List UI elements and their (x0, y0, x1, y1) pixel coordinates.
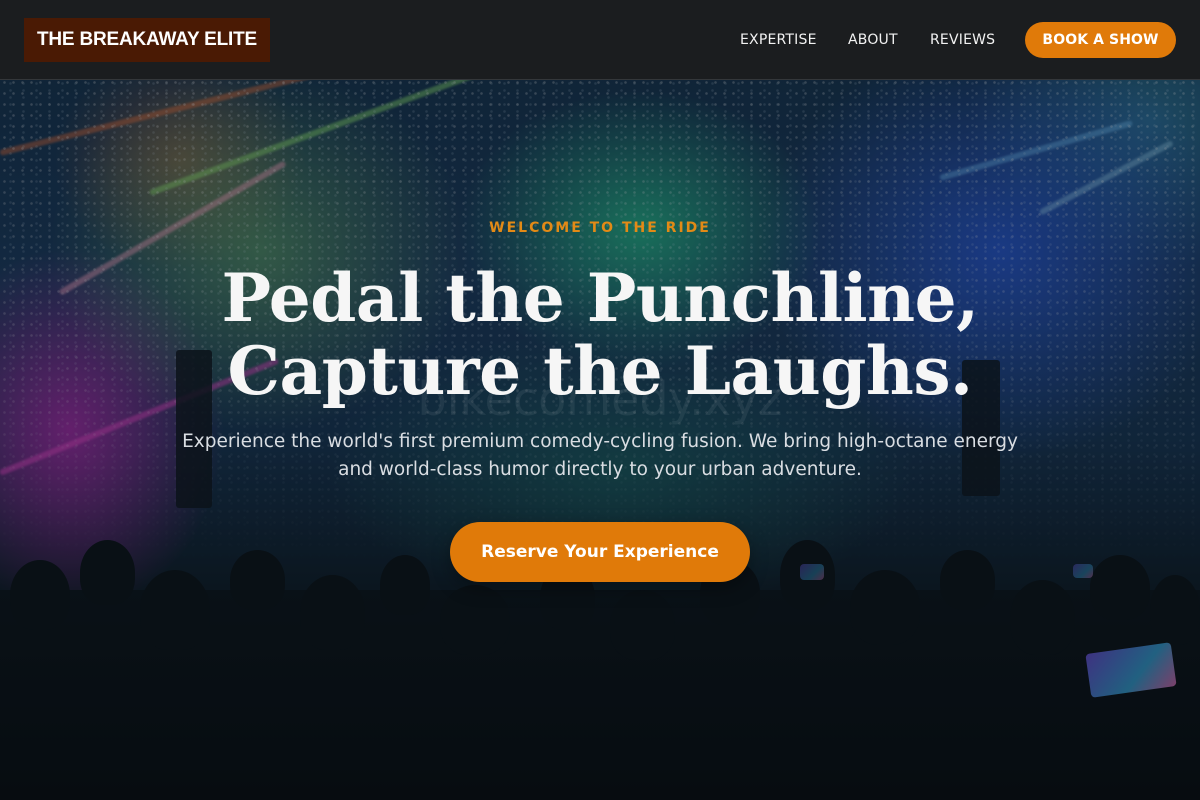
nav-link-about[interactable]: ABOUT (848, 29, 898, 51)
reserve-experience-button[interactable]: Reserve Your Experience (450, 522, 750, 582)
hero-section: WELCOME TO THE RIDE Pedal the Punchline,… (0, 0, 1200, 800)
book-a-show-button[interactable]: BOOK A SHOW (1025, 22, 1176, 58)
watermark-text: bikecomedy.xyz (417, 372, 783, 426)
brand-logo[interactable]: THE BREAKAWAY ELITE (24, 18, 270, 62)
headline-line-1: Pedal the Punchline, (221, 259, 979, 337)
top-navbar: THE BREAKAWAY ELITE EXPERTISE ABOUT REVI… (0, 0, 1200, 80)
hero-subtext: Experience the world's first premium com… (182, 431, 1018, 480)
nav-link-expertise[interactable]: EXPERTISE (740, 29, 817, 51)
hero-eyebrow: WELCOME TO THE RIDE (489, 220, 711, 236)
nav-link-reviews[interactable]: REVIEWS (930, 29, 995, 51)
